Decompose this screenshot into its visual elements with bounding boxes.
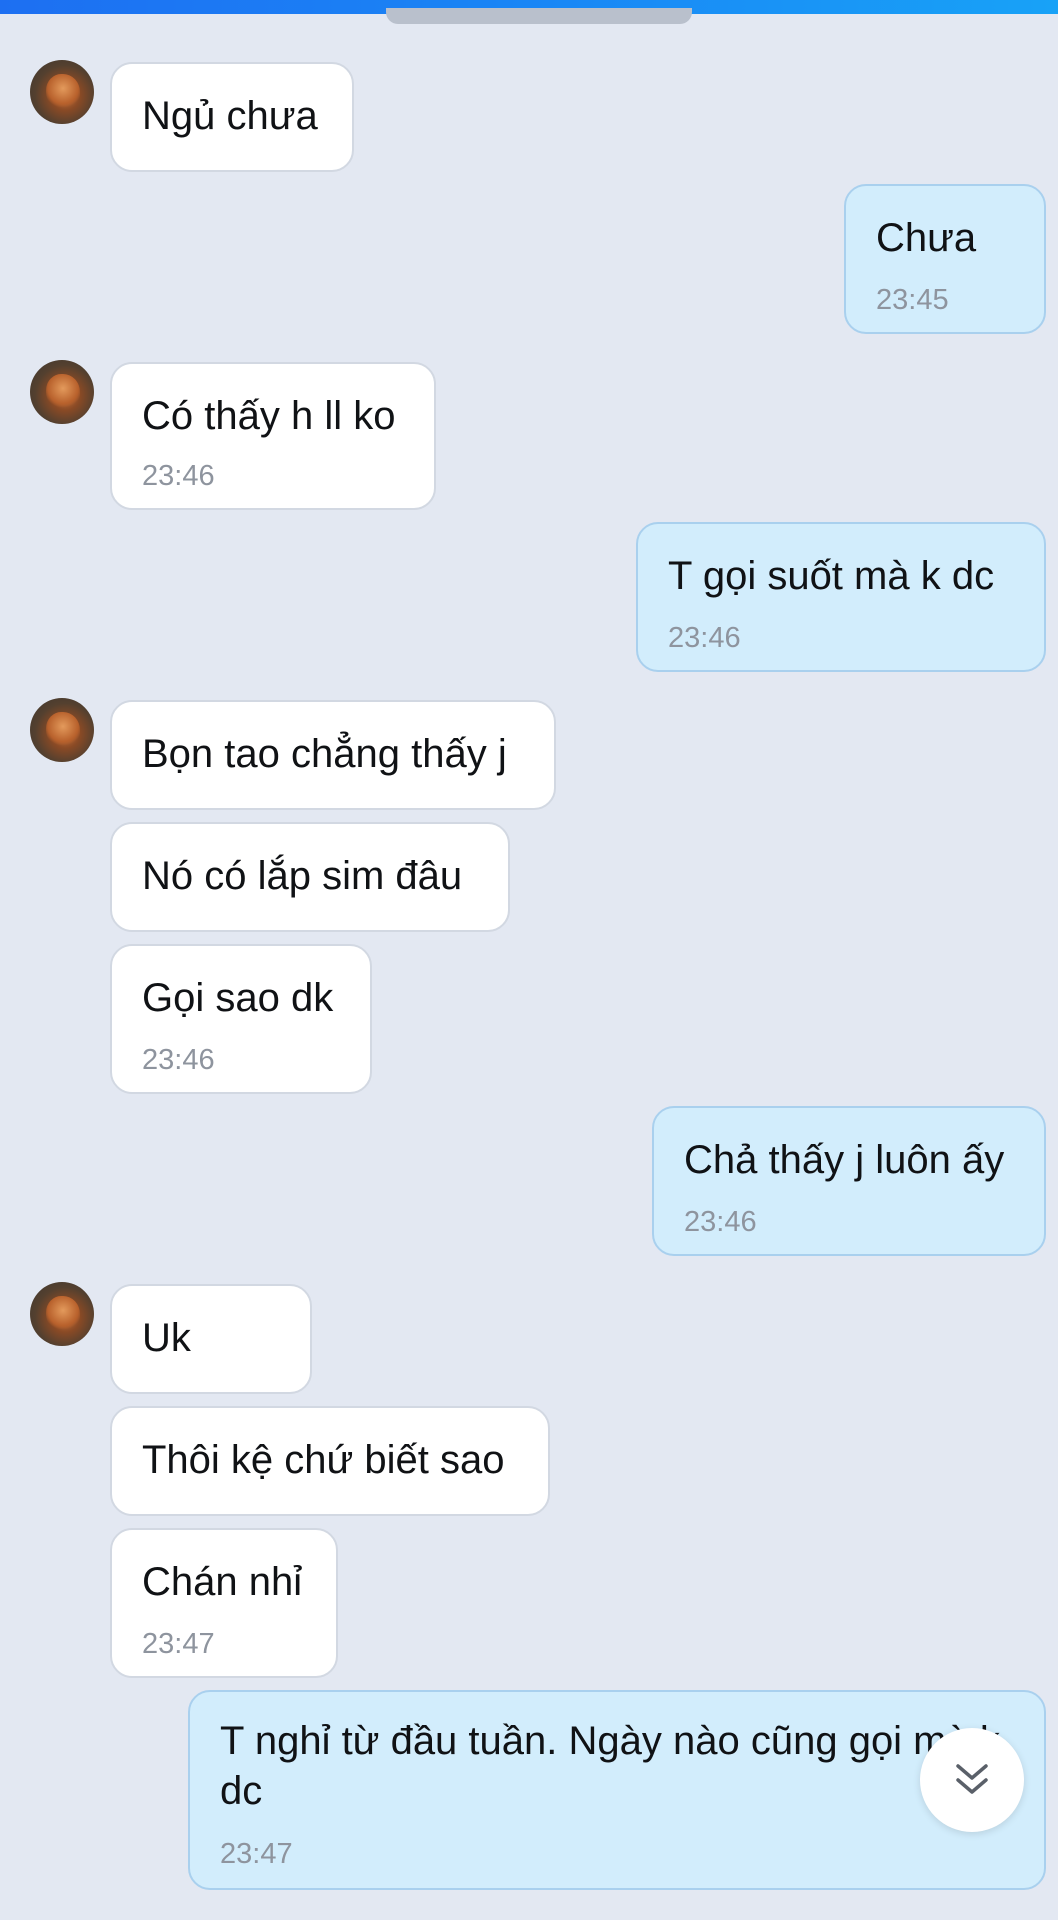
scroll-to-bottom-button[interactable] xyxy=(920,1728,1024,1832)
message-timestamp: 23:45 xyxy=(876,284,949,316)
message-text: Nó có lắp sim đâu xyxy=(142,854,463,898)
message-bubble-incoming[interactable]: Thôi kệ chứ biết sao xyxy=(110,1406,550,1516)
message-bubble-incoming[interactable]: Chán nhỉ 23:47 xyxy=(110,1528,338,1678)
double-chevron-down-icon xyxy=(956,1764,988,1794)
message-timestamp: 23:46 xyxy=(684,1206,757,1238)
message-bubble-incoming[interactable]: Nó có lắp sim đâu xyxy=(110,822,510,932)
contact-avatar[interactable] xyxy=(30,698,94,762)
message-timestamp: 23:47 xyxy=(142,1628,215,1660)
contact-avatar[interactable] xyxy=(30,60,94,124)
message-bubble-incoming[interactable]: Ngủ chưa xyxy=(110,62,354,172)
message-timestamp: 23:46 xyxy=(142,1044,215,1076)
message-text: Ngủ chưa xyxy=(142,94,318,138)
contact-avatar[interactable] xyxy=(30,360,94,424)
message-text: Bọn tao chẳng thấy j xyxy=(142,732,507,776)
message-list[interactable]: Ngủ chưa Chưa 23:45 Có thấy h ll ko 23:4… xyxy=(0,0,1058,1920)
message-text: T nghỉ từ đầu tuần. Ngày nào cũng gọi mà… xyxy=(220,1719,1000,1813)
message-bubble-outgoing[interactable]: Chưa 23:45 xyxy=(844,184,1046,334)
message-timestamp: 23:46 xyxy=(668,622,741,654)
message-bubble-outgoing[interactable]: Chả thấy j luôn ấy 23:46 xyxy=(652,1106,1046,1256)
message-bubble-incoming[interactable]: Có thấy h ll ko 23:46 xyxy=(110,362,436,510)
message-text: Chả thấy j luôn ấy xyxy=(684,1138,1005,1182)
message-bubble-incoming[interactable]: Uk xyxy=(110,1284,312,1394)
message-text: Chưa xyxy=(876,216,977,260)
message-bubble-outgoing[interactable]: T nghỉ từ đầu tuần. Ngày nào cũng gọi mà… xyxy=(188,1690,1046,1890)
message-text: Chán nhỉ xyxy=(142,1560,303,1604)
contact-avatar[interactable] xyxy=(30,1282,94,1346)
message-text: Uk xyxy=(142,1316,191,1360)
message-timestamp: 23:46 xyxy=(142,460,215,492)
message-text: Gọi sao dk xyxy=(142,976,334,1020)
message-bubble-incoming[interactable]: Gọi sao dk 23:46 xyxy=(110,944,372,1094)
message-bubble-incoming[interactable]: Bọn tao chẳng thấy j xyxy=(110,700,556,810)
message-timestamp: 23:47 xyxy=(220,1838,293,1870)
message-bubble-outgoing[interactable]: T gọi suốt mà k dc 23:46 xyxy=(636,522,1046,672)
message-text: Có thấy h ll ko xyxy=(142,394,396,438)
message-text: T gọi suốt mà k dc xyxy=(668,554,995,598)
message-text: Thôi kệ chứ biết sao xyxy=(142,1438,505,1482)
